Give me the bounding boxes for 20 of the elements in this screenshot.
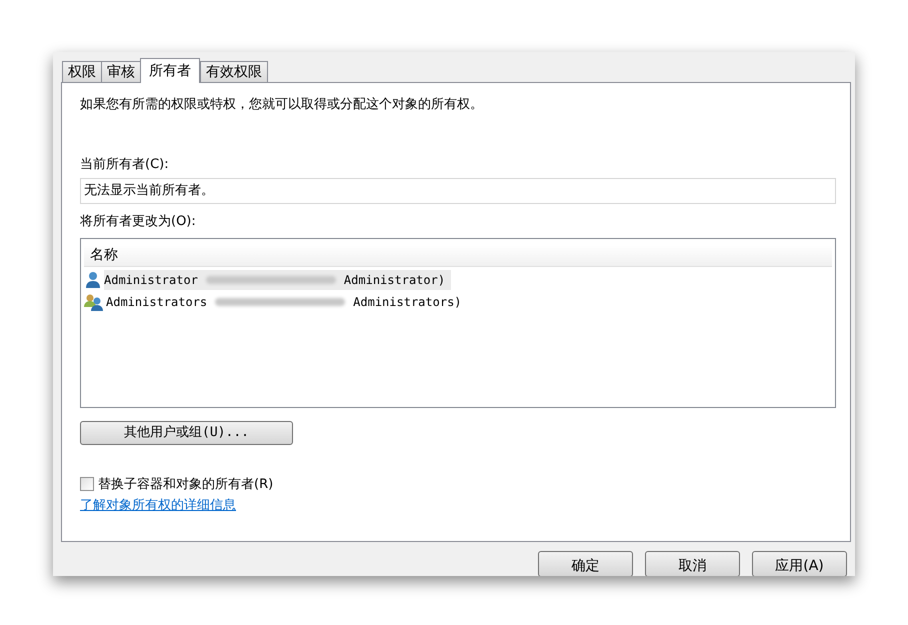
field-label: 当前所有者(C): <box>80 156 170 174</box>
owner-row[interactable]: Administrator Administrator) <box>104 270 452 290</box>
dialog-button[interactable]: 应用(A) <box>752 551 847 576</box>
intro-text: 如果您有所需的权限或特权，您就可以取得或分配这个对象的所有权。 <box>80 96 484 114</box>
tab[interactable]: 审核 <box>101 61 141 82</box>
tab[interactable]: 有效权限 <box>200 61 268 82</box>
column-header[interactable]: 名称 <box>84 244 832 266</box>
checkbox-label[interactable]: 替换子容器和对象的所有者(R) <box>98 474 274 494</box>
current-owner-field: 无法显示当前所有者。 <box>80 178 836 204</box>
learn-more-link[interactable]: 了解对象所有权的详细信息 <box>80 496 236 516</box>
tab[interactable]: 权限 <box>62 61 102 82</box>
users-icon <box>84 292 104 310</box>
dialog-button[interactable]: 取消 <box>645 551 740 576</box>
checkbox[interactable] <box>80 477 94 492</box>
other-users-button[interactable]: 其他用户或组(U)... <box>80 420 293 444</box>
owner-row[interactable]: Administrators Administrators) <box>106 292 468 312</box>
field-label: 将所有者更改为(O): <box>80 213 197 231</box>
tab[interactable]: 所有者 <box>140 58 200 83</box>
dialog-button[interactable]: 确定 <box>538 551 633 576</box>
user-icon <box>84 270 102 288</box>
